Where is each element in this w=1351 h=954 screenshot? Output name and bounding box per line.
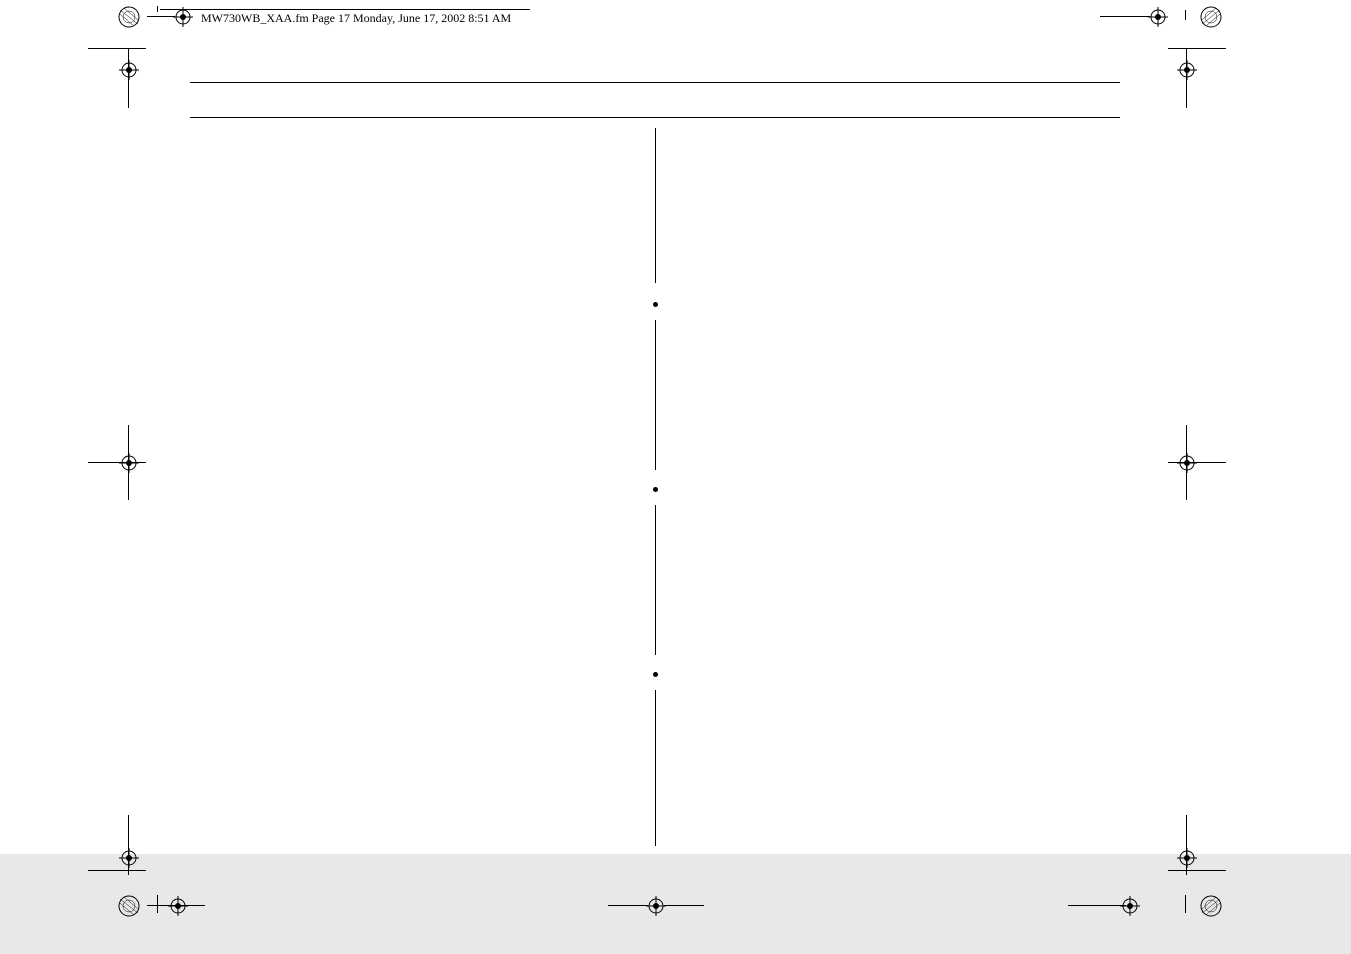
crop-mark — [147, 16, 175, 17]
column-rule-seg — [655, 128, 656, 283]
crosshair-icon — [119, 848, 139, 868]
crop-mark — [157, 895, 158, 913]
crop-mark — [88, 870, 146, 871]
crop-mark — [1185, 895, 1186, 913]
registration-circle-icon — [118, 895, 140, 917]
column-rule-seg — [655, 690, 656, 846]
registration-circle-icon — [1200, 895, 1222, 917]
crosshair-icon — [119, 453, 139, 473]
crosshair-icon — [1177, 60, 1197, 80]
crop-mark — [157, 6, 158, 12]
crop-mark — [1068, 905, 1126, 906]
column-rule-dot — [653, 672, 658, 677]
column-rule-dot — [653, 487, 658, 492]
crosshair-icon — [173, 7, 193, 27]
column-rule-dot — [653, 302, 658, 307]
crosshair-icon — [1177, 453, 1197, 473]
crosshair-icon — [119, 60, 139, 80]
crosshair-icon — [646, 896, 666, 916]
header-filename: MW730WB_XAA.fm Page 17 Monday, June 17, … — [201, 11, 511, 26]
crop-mark — [147, 905, 205, 906]
top-rule-2 — [190, 117, 1120, 118]
crop-mark — [664, 905, 704, 906]
column-rule-seg — [655, 505, 656, 655]
column-rule-seg — [655, 320, 656, 470]
crop-mark — [608, 905, 648, 906]
crop-mark — [1100, 16, 1150, 17]
crop-mark — [1168, 870, 1226, 871]
registration-circle-icon — [118, 6, 140, 28]
header-overline — [160, 9, 530, 10]
crop-mark — [1185, 10, 1186, 20]
footer-band — [0, 854, 1351, 954]
crosshair-icon — [1148, 7, 1168, 27]
crop-mark — [1168, 48, 1226, 49]
top-rule-1 — [190, 82, 1120, 83]
crosshair-icon — [1177, 848, 1197, 868]
registration-circle-icon — [1200, 6, 1222, 28]
crosshair-icon — [1120, 896, 1140, 916]
crosshair-icon — [168, 896, 188, 916]
crop-mark — [88, 48, 146, 49]
